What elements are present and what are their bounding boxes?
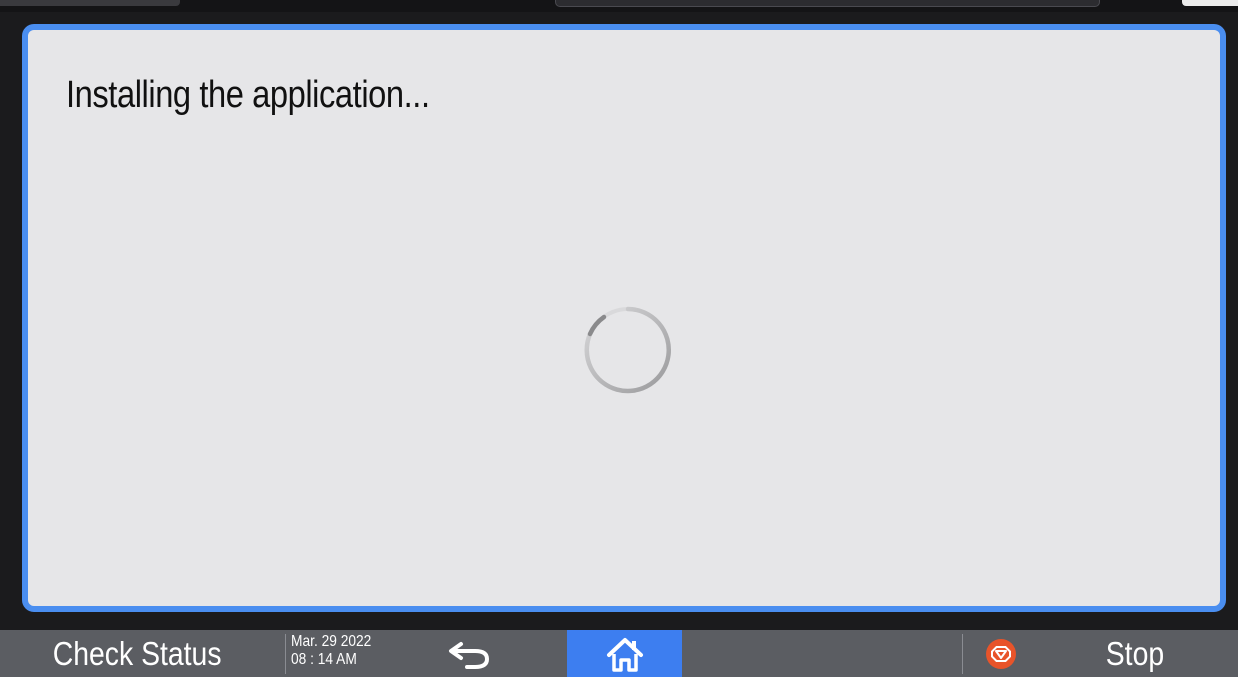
time-text: 08 : 14 AM (291, 651, 357, 668)
stop-icon[interactable] (985, 638, 1017, 670)
check-status-label: Check Status (53, 634, 222, 672)
bottom-bar: Check Status Mar. 29 2022 08 : 14 AM Sto… (0, 630, 1238, 677)
top-strip (0, 0, 1238, 12)
stop-label: Stop (1105, 634, 1165, 672)
check-status-button[interactable]: Check Status (0, 630, 275, 677)
dialog-message: Installing the application... (66, 74, 430, 116)
top-tab-left (0, 0, 180, 6)
back-arrow-icon (449, 641, 490, 669)
divider (962, 634, 963, 674)
datetime-display: Mar. 29 2022 08 : 14 AM (291, 633, 371, 669)
progress-dialog: Installing the application... (22, 24, 1226, 612)
home-icon (606, 637, 643, 672)
loading-spinner-icon (584, 306, 671, 394)
top-tab-right (1182, 0, 1238, 6)
home-button[interactable] (567, 630, 682, 677)
stop-button[interactable]: Stop (1095, 630, 1175, 677)
screen: Installing the application... Check Stat… (0, 0, 1238, 677)
date-text: Mar. 29 2022 (291, 633, 372, 650)
back-button[interactable] (425, 630, 515, 677)
divider (285, 634, 286, 674)
top-tab-center (555, 0, 1100, 7)
